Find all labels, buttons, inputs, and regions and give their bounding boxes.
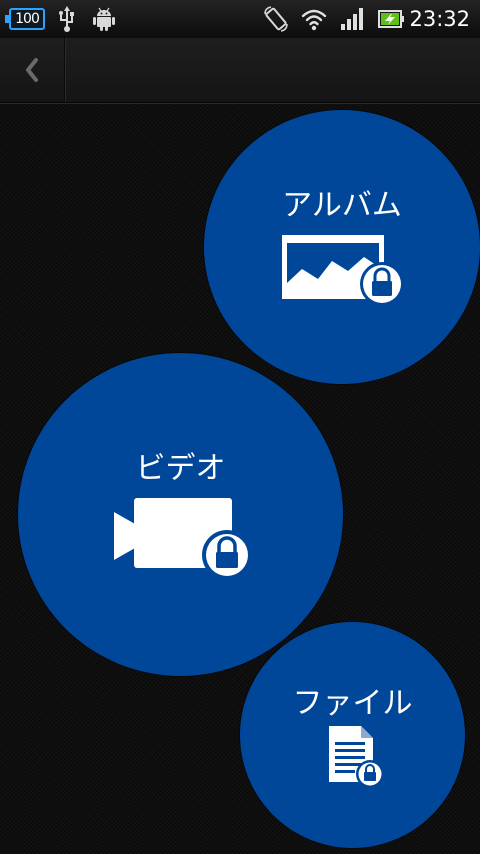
album-lock-icon xyxy=(280,233,410,312)
back-button[interactable] xyxy=(0,38,65,102)
action-bar xyxy=(0,38,480,103)
video-lock-icon xyxy=(114,498,254,592)
screen: 100 23:32 アルバム ビデオ ファイル xyxy=(0,0,480,854)
chevron-left-icon xyxy=(26,58,38,82)
battery-percent-indicator: 100 xyxy=(5,8,45,30)
album-label: アルバム xyxy=(282,188,402,223)
status-bar: 100 23:32 xyxy=(0,0,480,39)
status-time: 23:32 xyxy=(409,7,470,31)
wifi-icon xyxy=(300,6,328,36)
file-lock-icon xyxy=(327,724,387,794)
album-button[interactable]: アルバム xyxy=(204,110,480,384)
android-debug-icon xyxy=(92,6,116,36)
video-label: ビデオ xyxy=(135,451,226,486)
auto-rotate-icon xyxy=(262,6,290,36)
file-button[interactable]: ファイル xyxy=(240,622,465,848)
usb-icon xyxy=(57,6,77,36)
file-label: ファイル xyxy=(292,686,413,721)
video-button[interactable]: ビデオ xyxy=(18,353,343,676)
signal-icon xyxy=(340,6,366,36)
battery-charging-icon xyxy=(377,6,405,36)
